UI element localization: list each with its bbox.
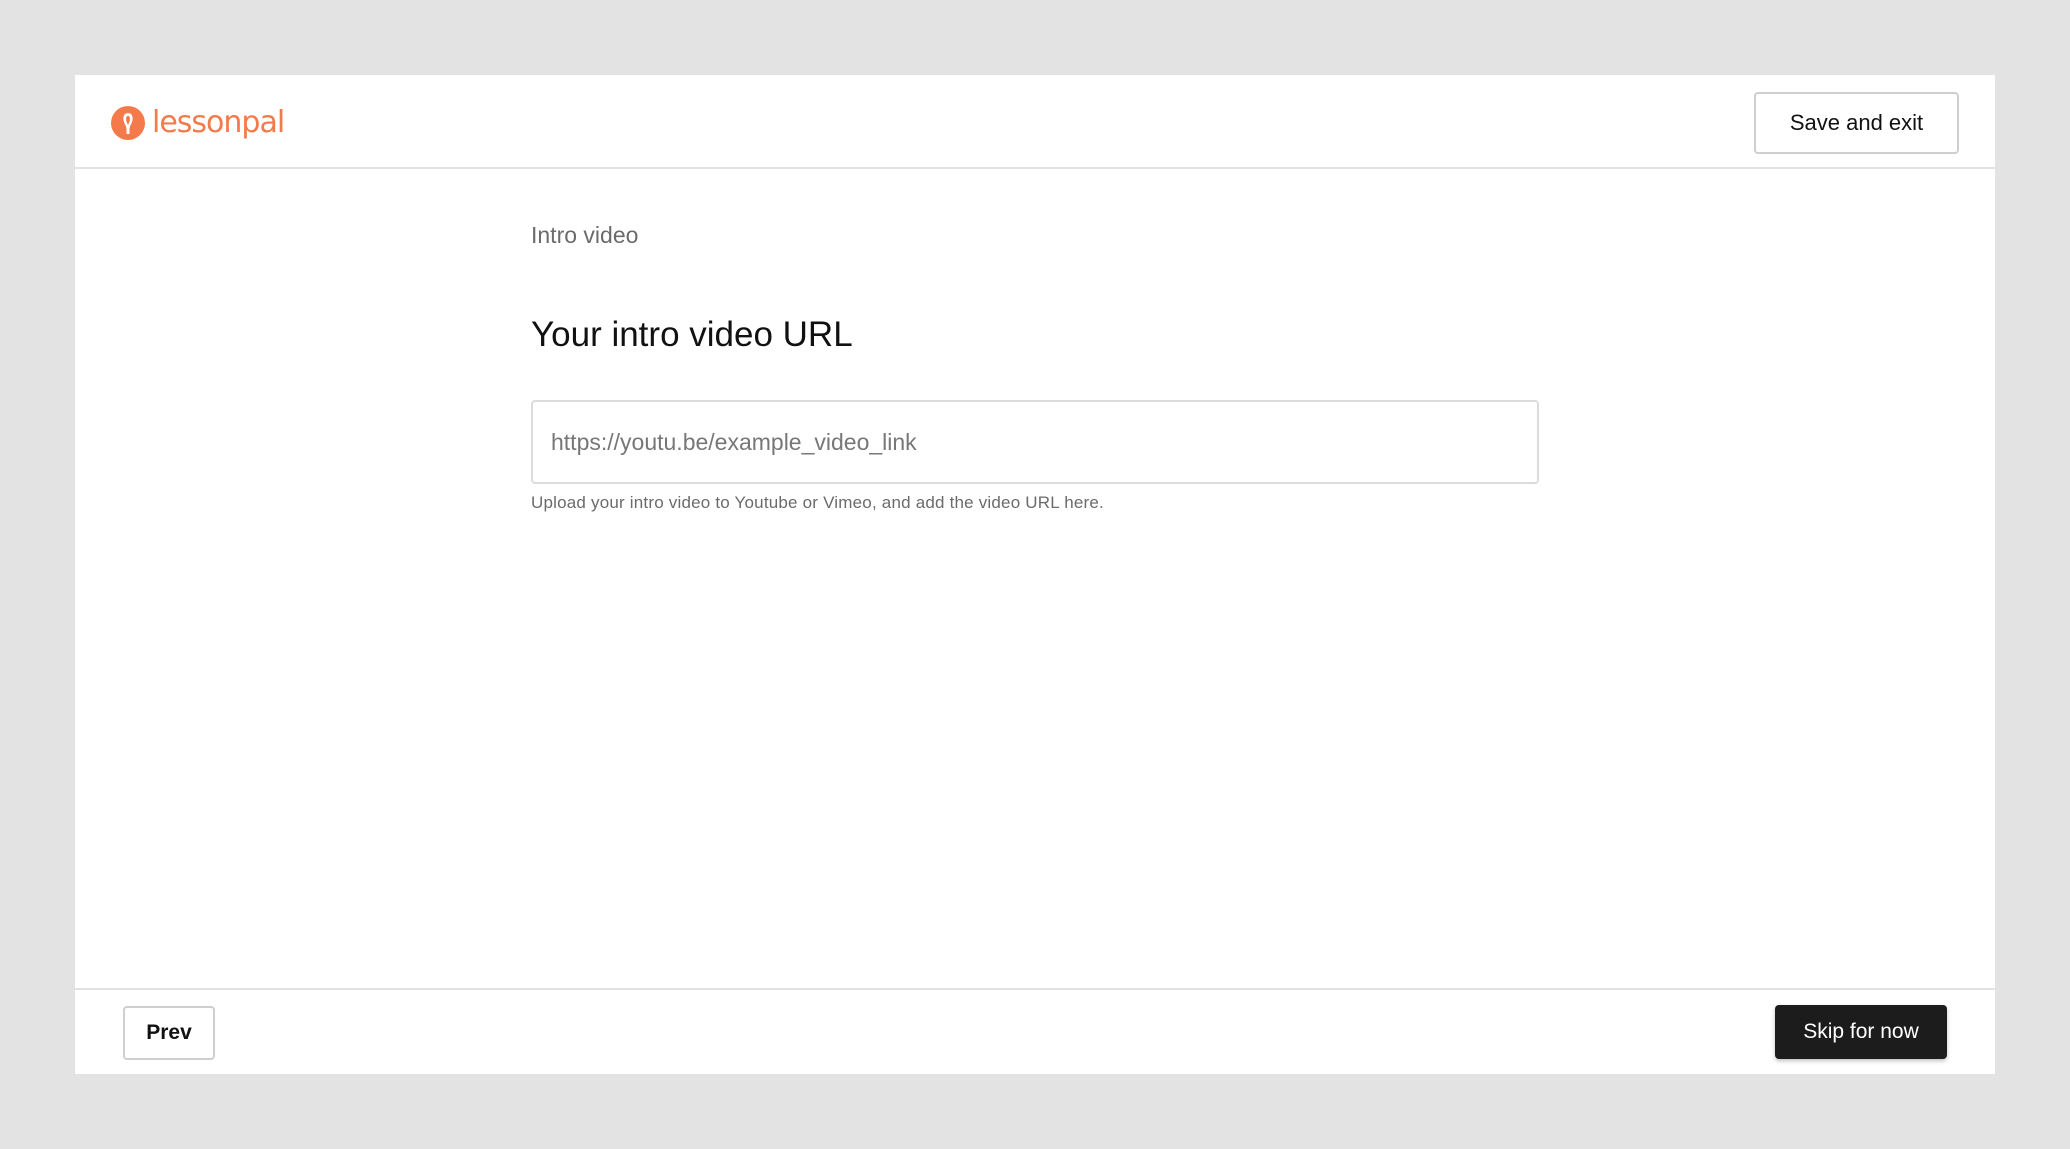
video-url-input[interactable] bbox=[531, 400, 1539, 484]
brand-logo[interactable]: lessonpal bbox=[110, 103, 285, 143]
bottom-bar: Prev Skip for now bbox=[75, 988, 1995, 1074]
lessonpal-logo-icon bbox=[111, 106, 145, 140]
step-label: Intro video bbox=[531, 222, 639, 248]
skip-for-now-button[interactable]: Skip for now bbox=[1775, 1005, 1947, 1059]
prev-button[interactable]: Prev bbox=[123, 1006, 215, 1060]
onboarding-window: lessonpal Save and exit Intro video Your… bbox=[75, 75, 1995, 1074]
top-bar: lessonpal Save and exit bbox=[75, 75, 1995, 169]
helper-text: Upload your intro video to Youtube or Vi… bbox=[531, 493, 1104, 512]
save-and-exit-button[interactable]: Save and exit bbox=[1754, 92, 1959, 154]
page-title: Your intro video URL bbox=[531, 315, 853, 354]
brand-name: lessonpal bbox=[152, 105, 285, 140]
